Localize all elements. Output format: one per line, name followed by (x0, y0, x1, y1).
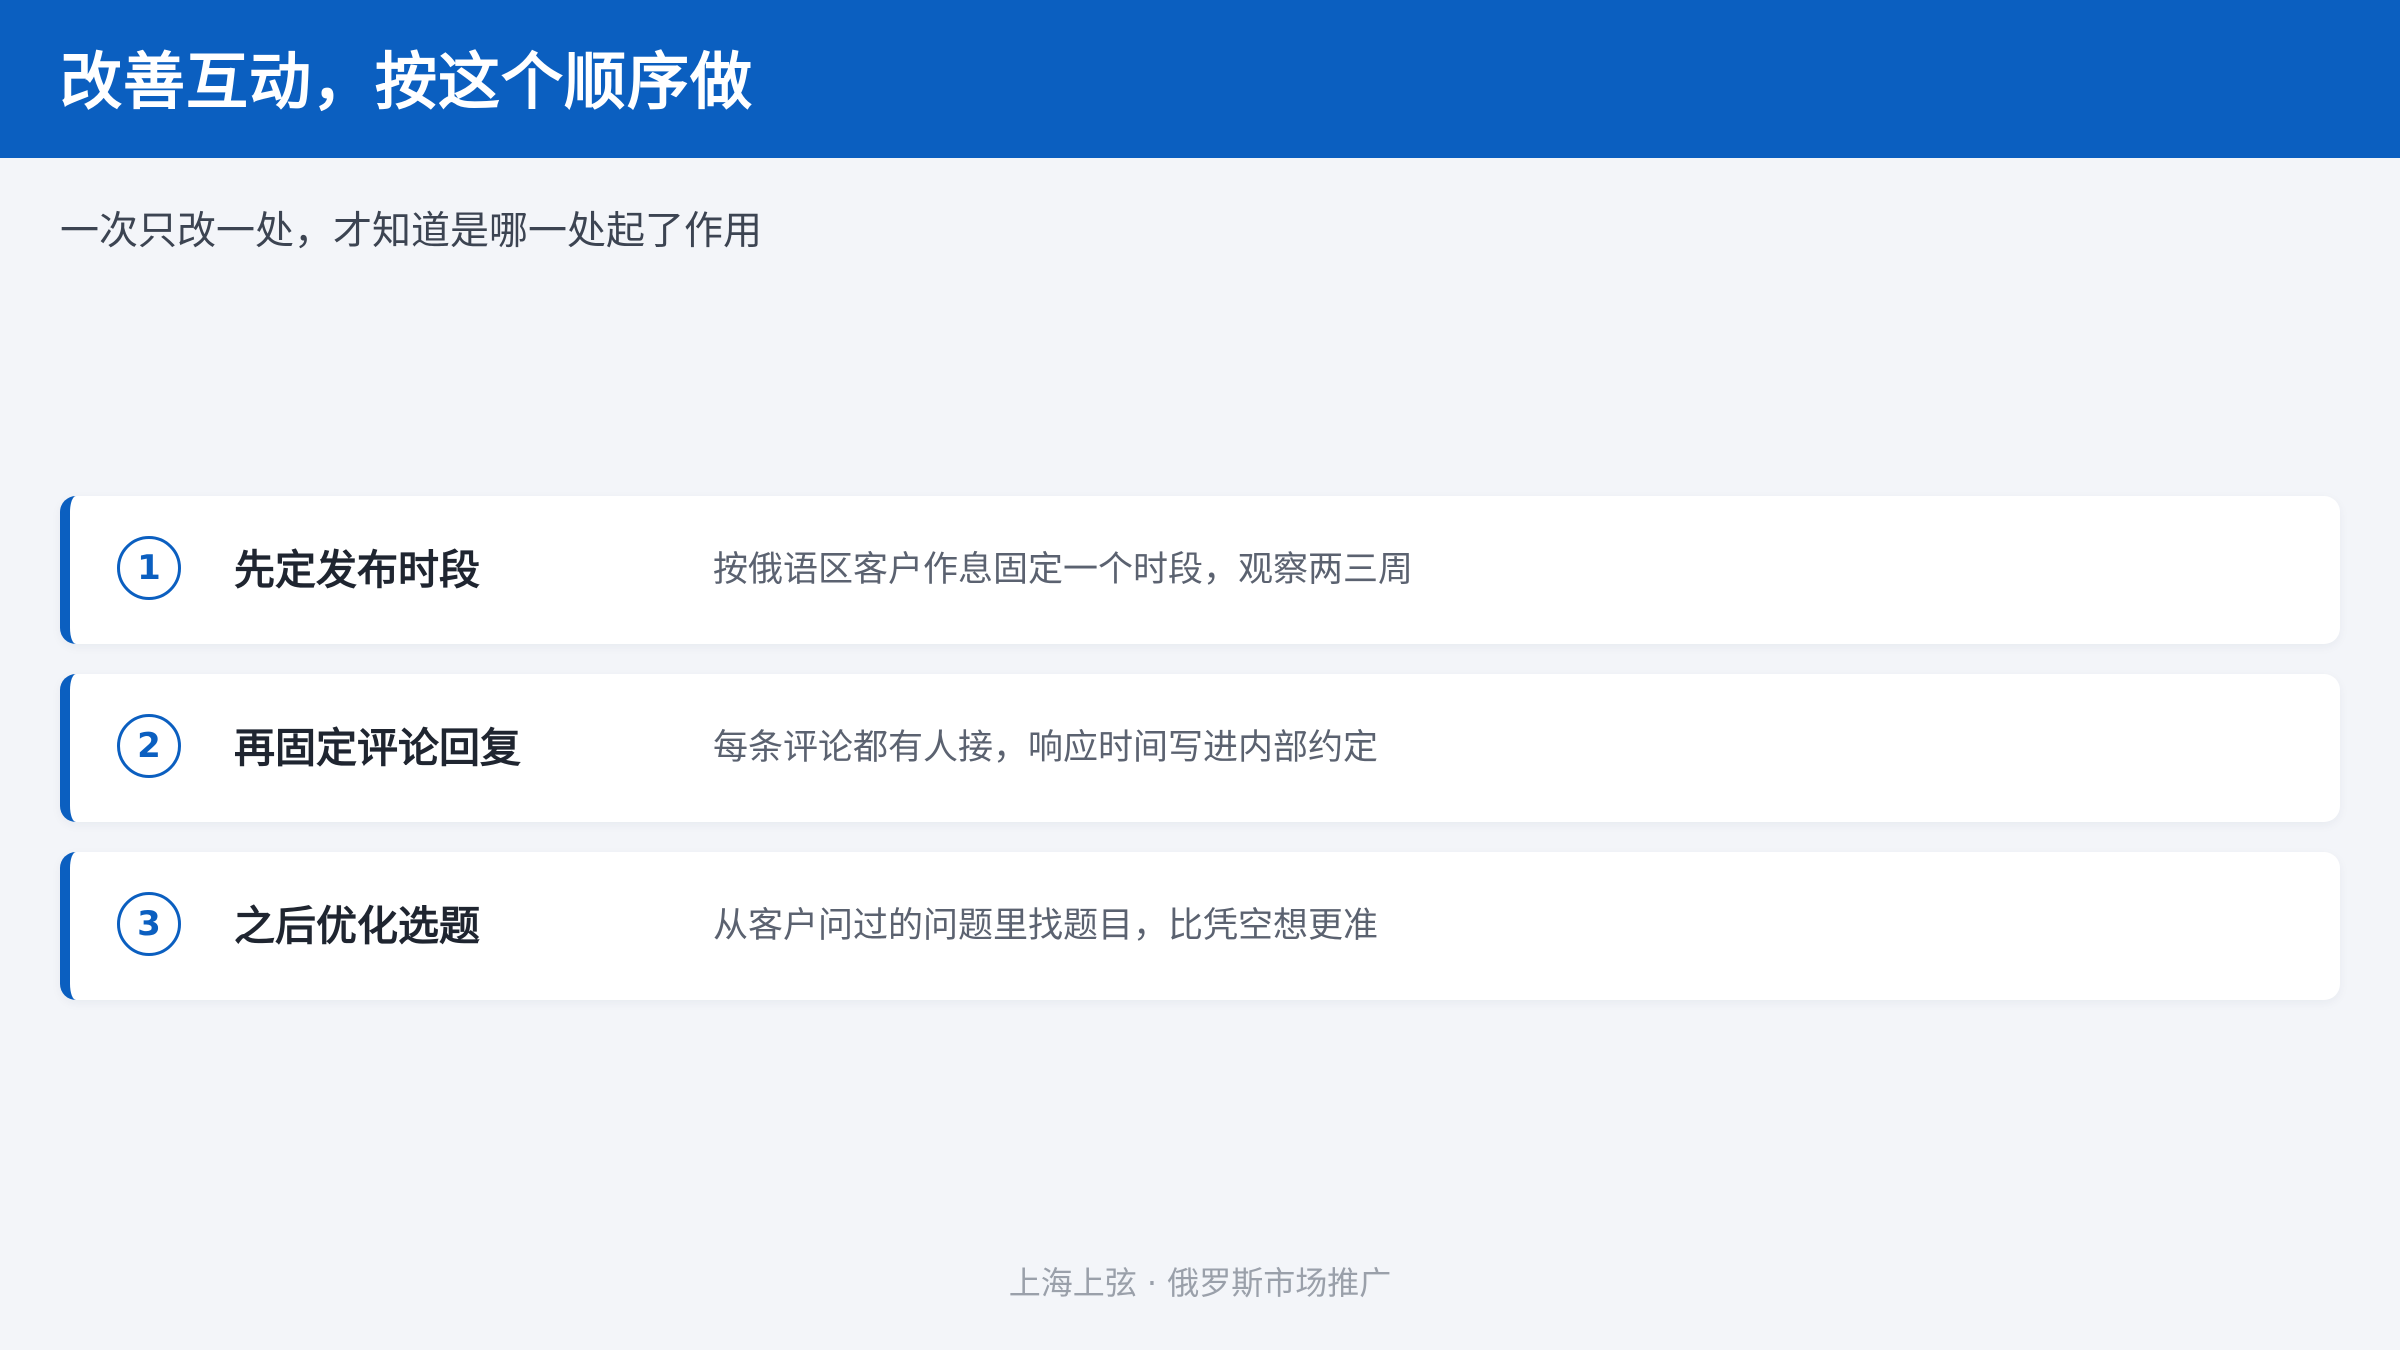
step-card-3: 3 之后优化选题 从客户问过的问题里找题目，比凭空想更准 (60, 852, 2340, 1000)
step-title: 之后优化选题 (234, 902, 480, 950)
step-description: 从客户问过的问题里找题目，比凭空想更准 (713, 906, 1379, 946)
footer-text: 上海上弦 · 俄罗斯市场推广 (1008, 1264, 1392, 1302)
header-bar: 改善互动，按这个顺序做 (0, 0, 2400, 158)
step-description: 按俄语区客户作息固定一个时段，观察两三周 (713, 550, 1414, 590)
step-description: 每条评论都有人接，响应时间写进内部约定 (713, 728, 1379, 768)
step-number-badge: 2 (117, 714, 181, 778)
steps-list: 1 先定发布时段 按俄语区客户作息固定一个时段，观察两三周 2 再固定评论回复 … (60, 496, 2340, 1030)
step-card-1: 1 先定发布时段 按俄语区客户作息固定一个时段，观察两三周 (60, 496, 2340, 644)
step-number-badge: 3 (117, 892, 181, 956)
step-number-badge: 1 (117, 536, 181, 600)
page-subtitle: 一次只改一处，才知道是哪一处起了作用 (60, 209, 763, 254)
page-title: 改善互动，按这个顺序做 (60, 45, 754, 118)
step-card-2: 2 再固定评论回复 每条评论都有人接，响应时间写进内部约定 (60, 674, 2340, 822)
step-title: 先定发布时段 (234, 546, 480, 594)
step-title: 再固定评论回复 (234, 724, 521, 772)
